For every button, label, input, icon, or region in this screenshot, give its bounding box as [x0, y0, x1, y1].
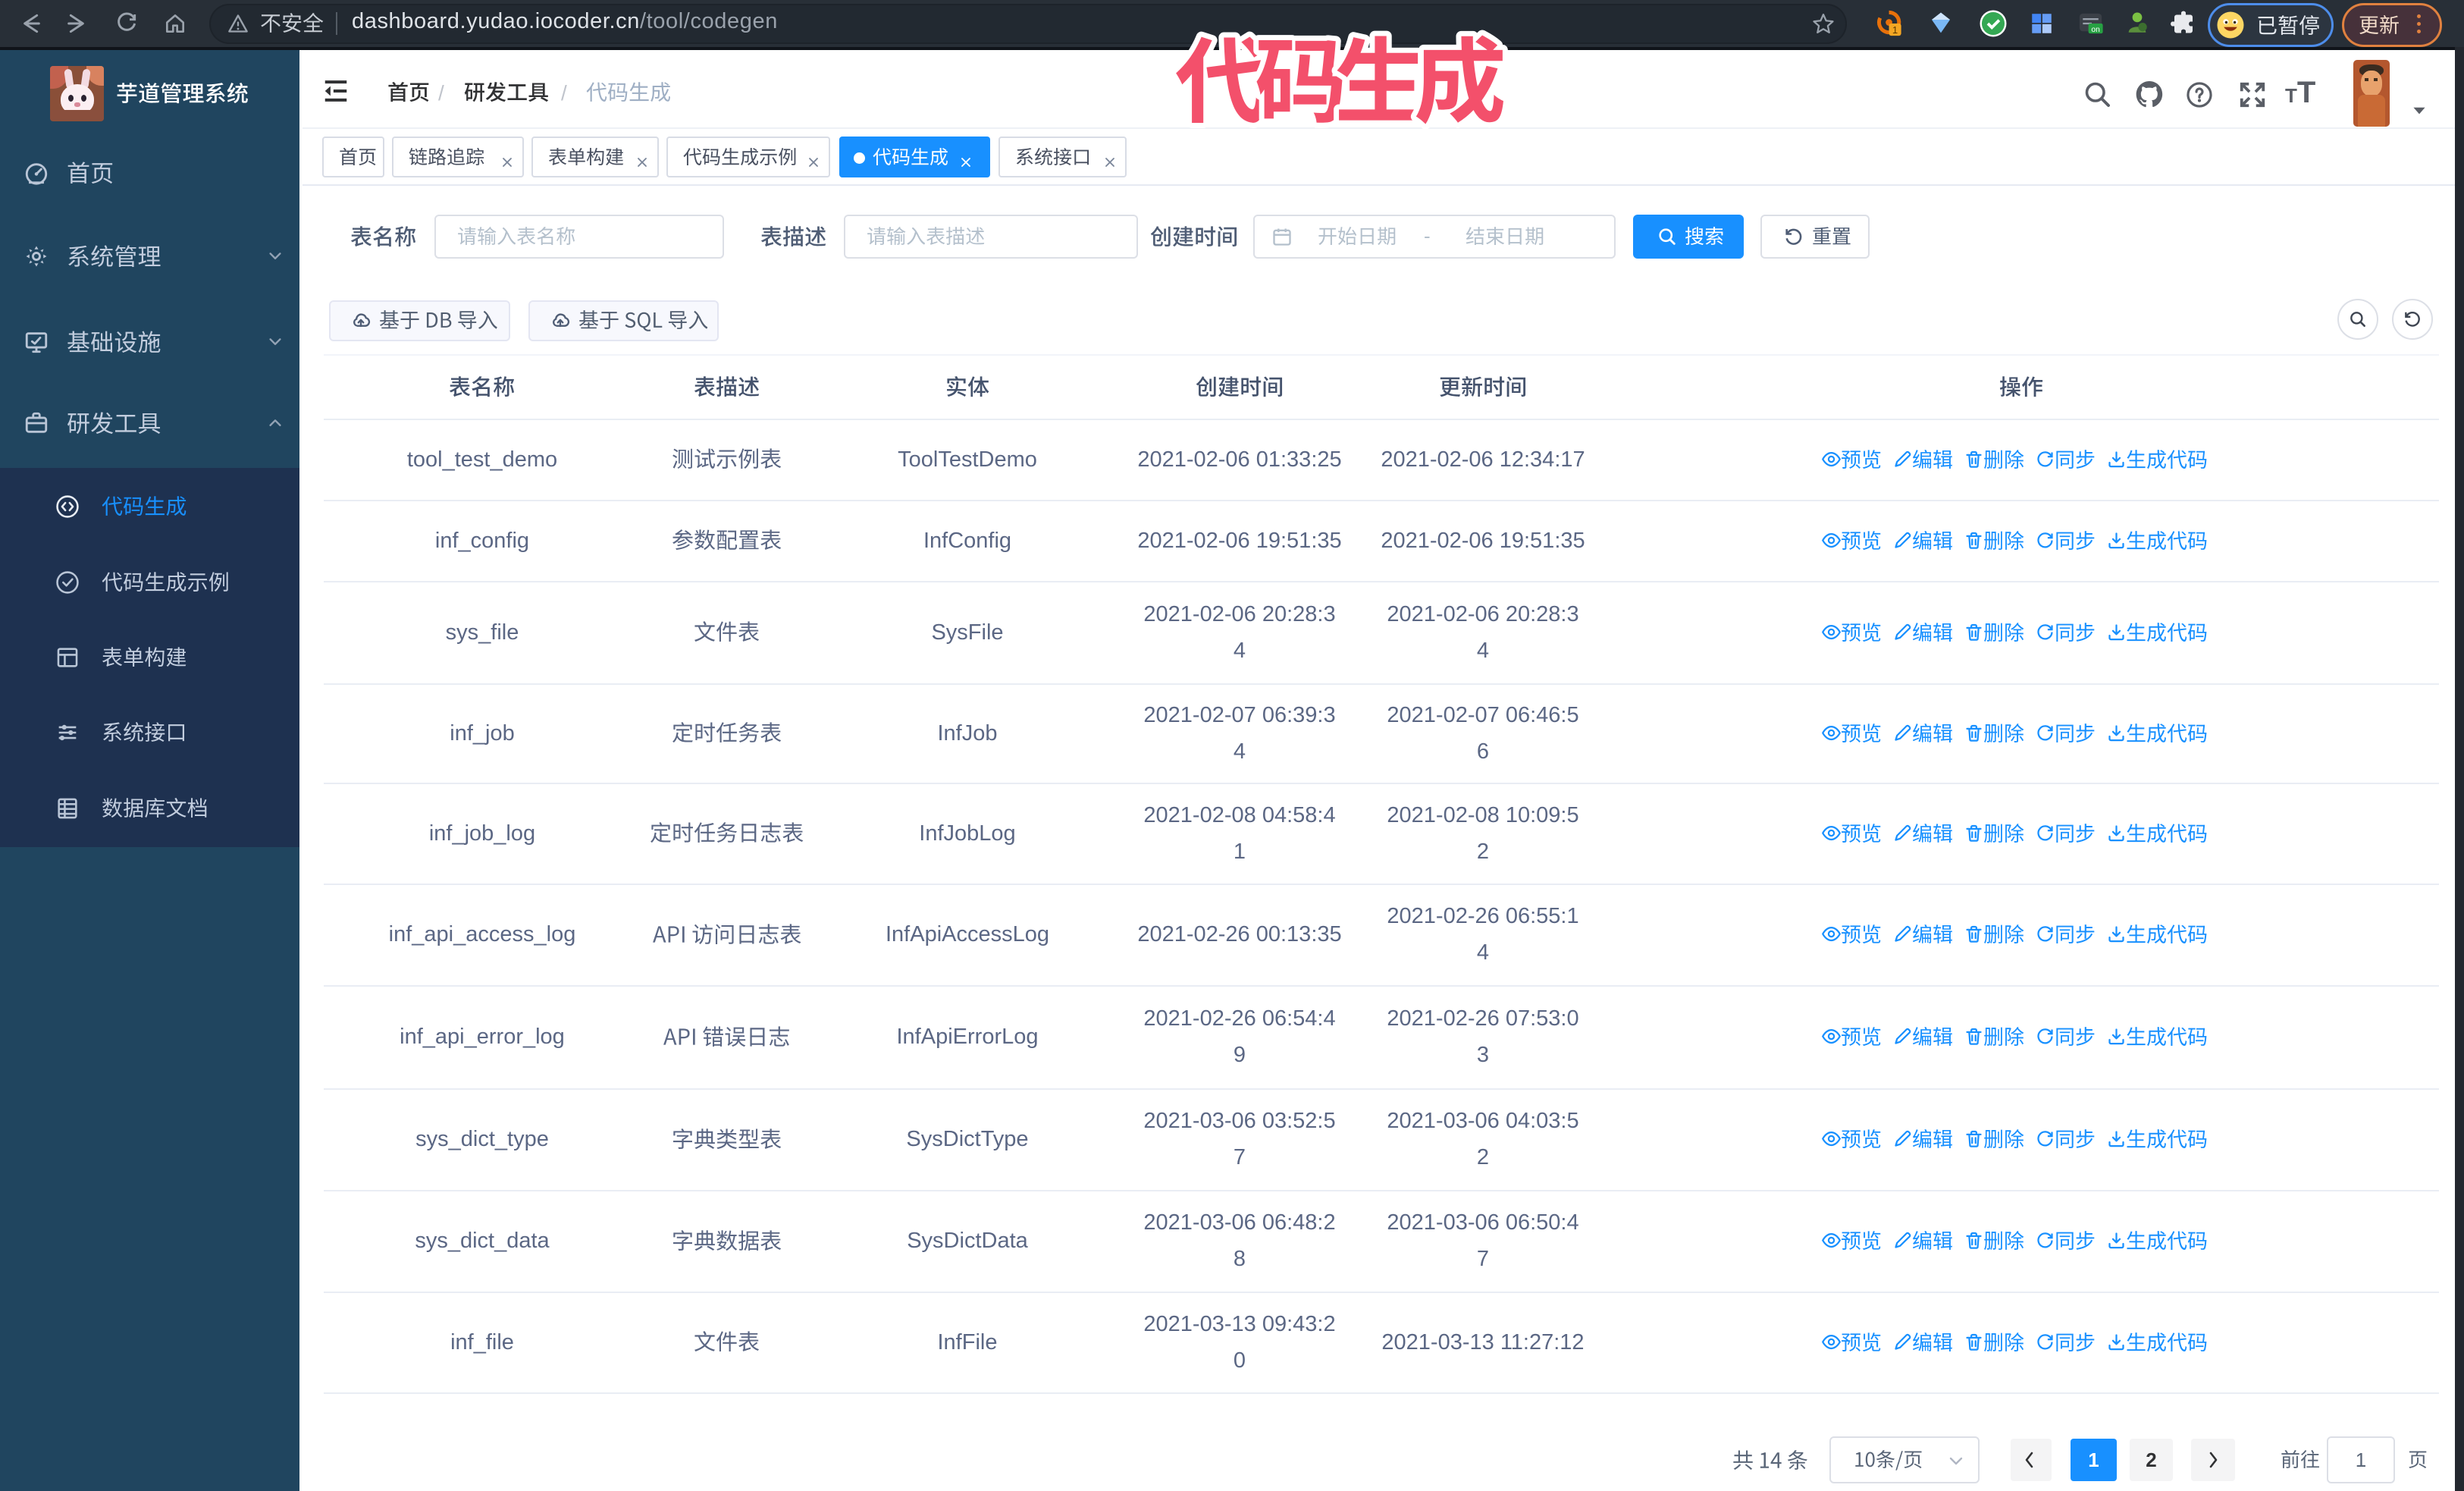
svg-text:1: 1 [1892, 24, 1898, 36]
svg-text:on: on [2091, 26, 2100, 34]
